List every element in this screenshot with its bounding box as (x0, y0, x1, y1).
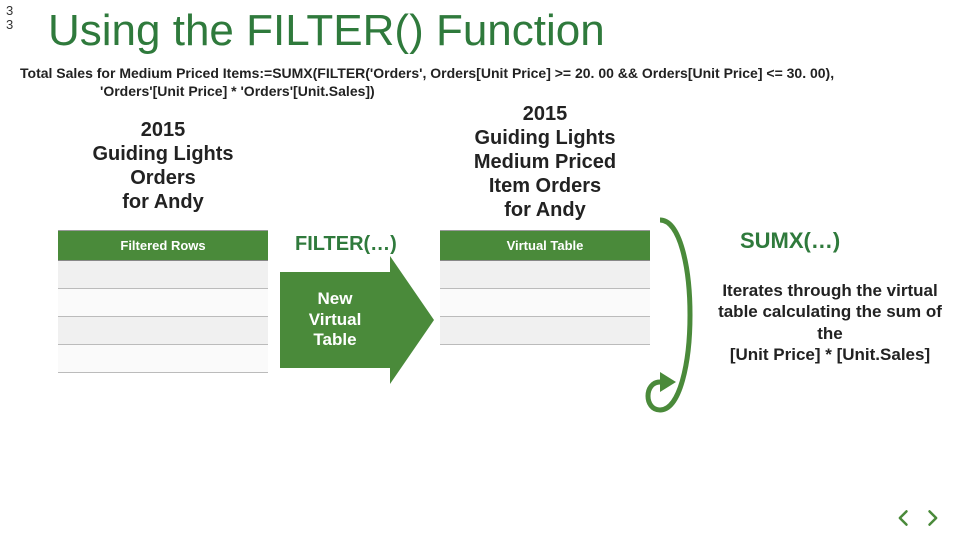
table-row (58, 345, 268, 373)
table-row (440, 289, 650, 317)
table-row (440, 261, 650, 289)
arrow-body: New Virtual Table (280, 272, 390, 368)
right-table-header: Virtual Table (440, 231, 650, 261)
left-table-title: 2015 Guiding Lights Orders for Andy (68, 118, 258, 214)
right-table: Virtual Table (440, 230, 650, 345)
sumx-description: Iterates through the virtual table calcu… (710, 280, 950, 365)
formula-text: Total Sales for Medium Priced Items:=SUM… (20, 64, 940, 100)
page-number-bottom: 3 (6, 18, 13, 32)
arrow-text: New Virtual Table (309, 289, 362, 350)
table-row (440, 317, 650, 345)
loop-arrow-icon (640, 210, 710, 420)
table-row (58, 261, 268, 289)
formula-line-1: Total Sales for Medium Priced Items:=SUM… (20, 65, 834, 81)
page-number-top: 3 (6, 4, 13, 18)
prev-button[interactable] (892, 506, 916, 530)
filter-label: FILTER(…) (295, 233, 397, 256)
page-number: 3 3 (6, 4, 13, 31)
left-table-header: Filtered Rows (58, 231, 268, 261)
chevron-right-icon (922, 508, 942, 528)
next-button[interactable] (920, 506, 944, 530)
table-row (58, 289, 268, 317)
arrow-head-icon (390, 256, 434, 384)
table-row (58, 317, 268, 345)
left-table: Filtered Rows (58, 230, 268, 373)
slide-title: Using the FILTER() Function (48, 6, 605, 56)
arrow-shape: New Virtual Table (280, 260, 440, 380)
sumx-label: SUMX(…) (740, 228, 840, 254)
right-table-title: 2015 Guiding Lights Medium Priced Item O… (450, 102, 640, 222)
formula-line-2: 'Orders'[Unit Price] * 'Orders'[Unit.Sal… (20, 82, 940, 100)
chevron-left-icon (894, 508, 914, 528)
nav-controls (892, 506, 944, 530)
